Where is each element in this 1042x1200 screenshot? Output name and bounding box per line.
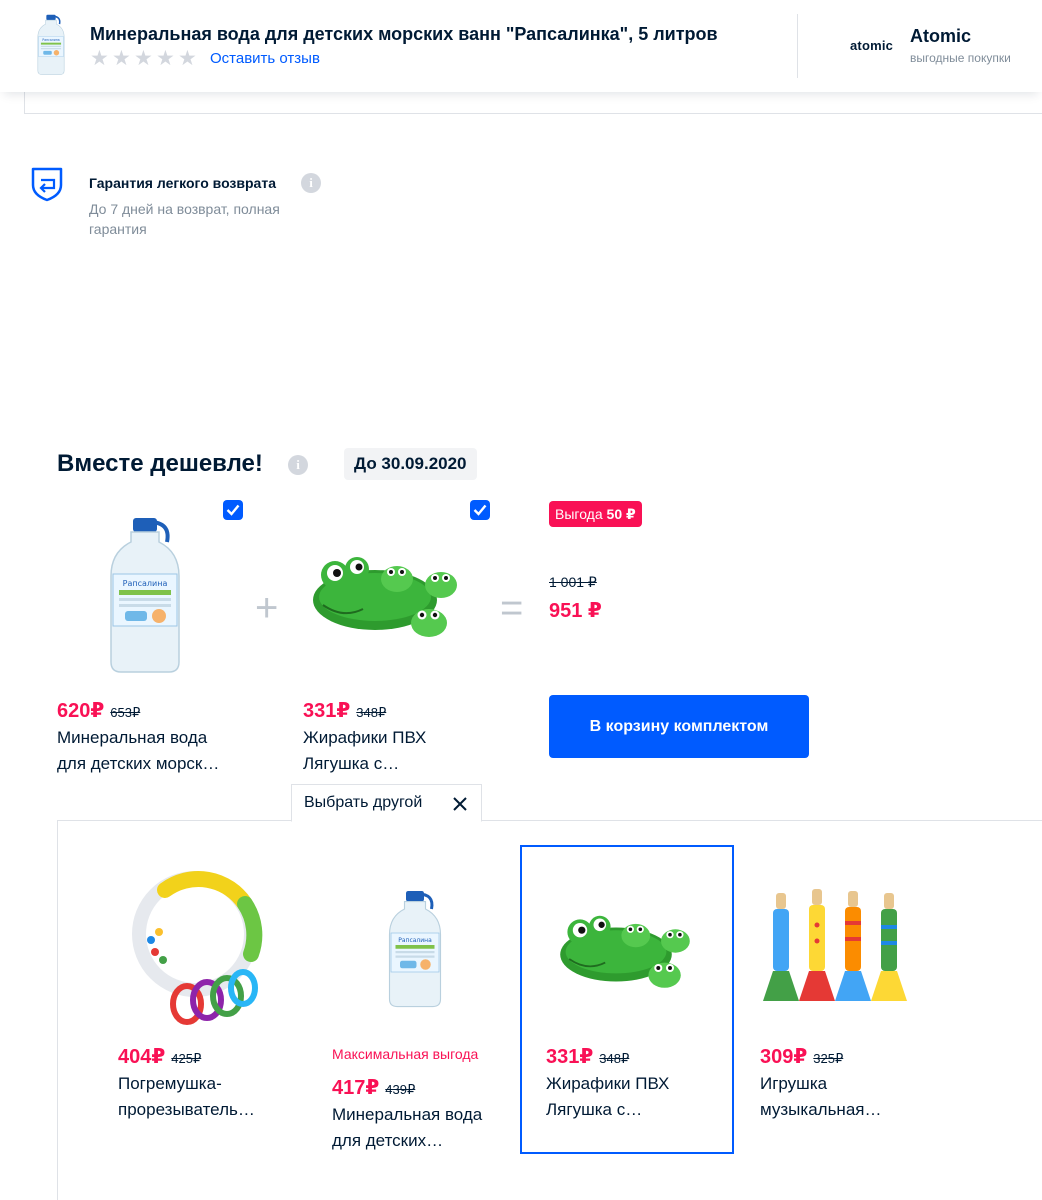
item-name[interactable]: Жирафики ПВХ Лягушка с…	[303, 725, 483, 777]
current-price: 331₽	[303, 700, 351, 722]
bundle-old-total: 1 001 ₽	[549, 574, 597, 590]
equals-sign: =	[500, 586, 524, 630]
old-price: 425₽	[171, 1051, 202, 1066]
current-price: 309₽	[760, 1046, 808, 1068]
star-icon[interactable]: ★	[156, 48, 175, 69]
sticky-product-header: Минеральная вода для детских морских ван…	[0, 0, 1042, 92]
bundle-item-checkbox[interactable]	[223, 500, 243, 520]
item-price: 417₽ 439₽	[332, 1075, 415, 1100]
old-price: 348₽	[356, 705, 387, 720]
choose-other-tab[interactable]: Выбрать другой	[291, 784, 482, 822]
current-price: 620₽	[57, 700, 105, 722]
item-name[interactable]: Минеральная вода для детских морск…	[57, 725, 237, 777]
checkmark-icon	[226, 504, 240, 516]
water-bottle-icon[interactable]	[105, 515, 185, 677]
frog-toy-icon[interactable]	[552, 905, 698, 995]
header-divider	[797, 14, 798, 78]
seller-tagline: выгодные покупки	[910, 51, 1011, 65]
old-price: 439₽	[385, 1082, 416, 1097]
seller-logo[interactable]: atomic	[850, 38, 893, 53]
rattle-teether-icon[interactable]	[125, 862, 275, 1032]
old-price: 348₽	[599, 1051, 630, 1066]
current-price: 404₽	[118, 1046, 166, 1068]
toy-trumpets-icon[interactable]	[762, 885, 917, 1005]
product-thumbnail[interactable]	[34, 14, 68, 76]
item-price: 331₽ 348₽	[303, 698, 386, 723]
checkmark-icon	[473, 504, 487, 516]
info-icon[interactable]: i	[288, 455, 308, 475]
return-shield-icon	[31, 167, 63, 202]
choose-other-label: Выбрать другой	[304, 794, 423, 811]
frog-toy-icon[interactable]	[305, 545, 465, 645]
item-name[interactable]: Минеральная вода для детских…	[332, 1102, 512, 1154]
saving-value: 50 ₽	[606, 506, 636, 522]
max-gain-label: Максимальная выгода	[332, 1046, 479, 1062]
old-price: 653₽	[110, 705, 141, 720]
saving-badge: Выгода 50 ₽	[549, 501, 642, 527]
bundle-deadline: До 30.09.2020	[344, 448, 477, 480]
add-bundle-to-cart-button[interactable]: В корзину комплектом	[549, 695, 809, 758]
star-icon[interactable]: ★	[178, 48, 197, 69]
close-icon[interactable]	[452, 796, 468, 812]
current-price: 331₽	[546, 1046, 594, 1068]
guarantee-text: До 7 дней на возврат, полная гарантия	[89, 201, 280, 237]
saving-label: Выгода	[555, 506, 603, 522]
star-icon[interactable]: ★	[90, 48, 109, 69]
guarantee-title: Гарантия легкого возврата	[89, 175, 276, 191]
bundle-title: Вместе дешевле!	[57, 450, 263, 477]
item-name[interactable]: Жирафики ПВХ Лягушка с…	[546, 1071, 716, 1123]
rating-stars[interactable]: ★ ★ ★ ★ ★	[90, 48, 197, 69]
product-title: Минеральная вода для детских морских ван…	[90, 24, 718, 44]
bundle-new-total: 951 ₽	[549, 600, 602, 622]
water-bottle-icon[interactable]	[385, 872, 445, 1027]
star-icon[interactable]: ★	[134, 48, 153, 69]
item-name[interactable]: Игрушка музыкальная…	[760, 1071, 930, 1123]
seller-name[interactable]: Atomic	[910, 26, 971, 47]
item-name[interactable]: Погремушка-прорезыватель…	[118, 1071, 298, 1123]
info-icon[interactable]: i	[301, 173, 321, 193]
item-price: 404₽ 425₽	[118, 1044, 201, 1069]
item-price: 309₽ 325₽	[760, 1044, 843, 1069]
star-icon[interactable]: ★	[112, 48, 131, 69]
bundle-item-checkbox[interactable]	[470, 500, 490, 520]
old-price: 325₽	[813, 1051, 844, 1066]
item-price: 620₽ 653₽	[57, 698, 140, 723]
leave-review-link[interactable]: Оставить отзыв	[210, 50, 320, 67]
plus-sign: +	[255, 586, 279, 630]
current-price: 417₽	[332, 1077, 380, 1099]
item-price: 331₽ 348₽	[546, 1044, 629, 1069]
